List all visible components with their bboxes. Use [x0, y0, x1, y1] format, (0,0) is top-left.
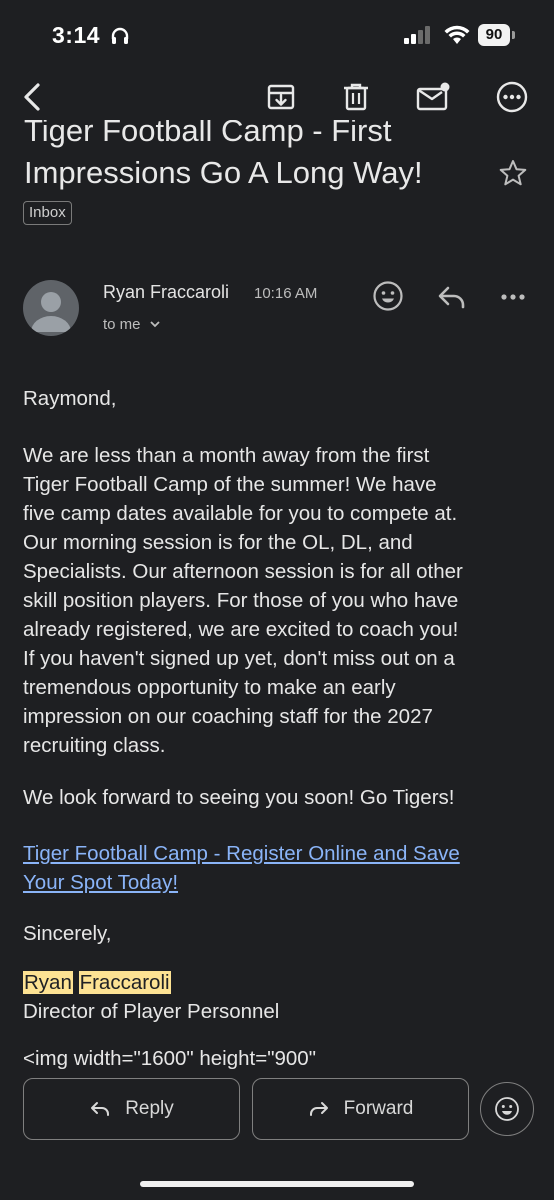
archive-button[interactable]: [259, 75, 303, 119]
subject-line-1: Tiger Football Camp - First: [24, 120, 392, 148]
reply-icon-button[interactable]: [436, 282, 468, 317]
signature-last-name: Fraccaroli: [78, 971, 171, 994]
paragraph-line: recruiting class.: [23, 734, 166, 757]
paragraph-line: tremendous opportunity to make an early: [23, 676, 396, 699]
reply-button[interactable]: Reply: [23, 1078, 240, 1140]
paragraph-line: five camp dates available for you to com…: [23, 502, 458, 525]
home-indicator[interactable]: [140, 1181, 414, 1187]
forward-icon: [309, 1102, 328, 1116]
reply-label: Reply: [125, 1098, 174, 1119]
mark-unread-button[interactable]: [411, 75, 455, 119]
email-paragraph: We are less than a month away from the f…: [23, 441, 533, 760]
paragraph-line: We are less than a month away from the f…: [23, 444, 430, 467]
battery-tip: [512, 31, 515, 39]
email-signoff: Sincerely,: [23, 922, 112, 945]
person-icon: [31, 292, 71, 332]
battery-indicator: 90: [478, 24, 510, 46]
emoji-icon: [373, 281, 403, 311]
signature-name: Ryan Fraccaroli: [23, 968, 533, 997]
signature-first-name: Ryan: [23, 971, 73, 994]
forward-button[interactable]: Forward: [252, 1078, 469, 1140]
back-button[interactable]: [10, 75, 54, 119]
more-horizontal-icon: [501, 294, 525, 300]
paragraph-line: Our morning session is for the OL, DL, a…: [23, 531, 413, 554]
back-arrow-icon: [24, 83, 40, 111]
cellular-signal-icon: [404, 26, 434, 49]
star-icon: [499, 160, 527, 186]
link-line-2[interactable]: Your Spot Today!: [23, 868, 533, 897]
subject-line-2: Impressions Go A Long Way!: [24, 155, 423, 190]
paragraph-line: If you haven't signed up yet, don't miss…: [23, 647, 455, 670]
emoji-icon: [495, 1097, 519, 1121]
status-time: 3:14: [52, 22, 101, 48]
star-button[interactable]: [498, 158, 528, 193]
trash-icon: [344, 83, 368, 111]
chevron-down-icon: [150, 321, 160, 328]
paragraph-line: already registered, we are excited to co…: [23, 618, 459, 641]
link-line-1[interactable]: Tiger Football Camp - Register Online an…: [23, 839, 533, 868]
email-greeting: Raymond,: [23, 387, 117, 410]
raw-html-line: <img width="1600" height="900": [23, 1047, 316, 1070]
headphones-icon: [110, 26, 130, 51]
recipient-details[interactable]: to me: [103, 316, 161, 333]
email-time: 10:16 AM: [254, 285, 318, 302]
email-closing-line: We look forward to seeing you soon! Go T…: [23, 786, 455, 809]
recipient-text: to me: [103, 316, 141, 333]
reply-icon: [438, 286, 465, 309]
message-more-button[interactable]: [498, 285, 528, 314]
reply-icon: [91, 1102, 110, 1116]
raw-html-text: <img width="1600" height="900": [23, 1044, 533, 1070]
sender-avatar[interactable]: [23, 280, 79, 336]
sender-name[interactable]: Ryan Fraccaroli: [103, 282, 229, 303]
archive-icon: [267, 84, 295, 110]
registration-link[interactable]: Tiger Football Camp - Register Online an…: [23, 839, 533, 897]
wifi-icon: [444, 25, 470, 50]
delete-button[interactable]: [334, 75, 378, 119]
email-subject: Tiger Football Camp - First Impressions …: [24, 120, 484, 192]
paragraph-line: Specialists. Our afternoon session is fo…: [23, 560, 463, 583]
react-button[interactable]: [480, 1082, 534, 1136]
paragraph-line: impression on our coaching staff for the…: [23, 705, 433, 728]
add-reaction-button[interactable]: [372, 280, 404, 317]
signature-title: Director of Player Personnel: [23, 1000, 280, 1023]
forward-label: Forward: [343, 1098, 414, 1119]
paragraph-line: Tiger Football Camp of the summer! We ha…: [23, 473, 437, 496]
more-options-button[interactable]: [490, 75, 534, 119]
inbox-label-chip[interactable]: Inbox: [23, 201, 72, 225]
mail-unread-icon: [416, 82, 450, 111]
paragraph-line: skill position players. For those of you…: [23, 589, 459, 612]
more-horizontal-circle-icon: [496, 81, 528, 113]
